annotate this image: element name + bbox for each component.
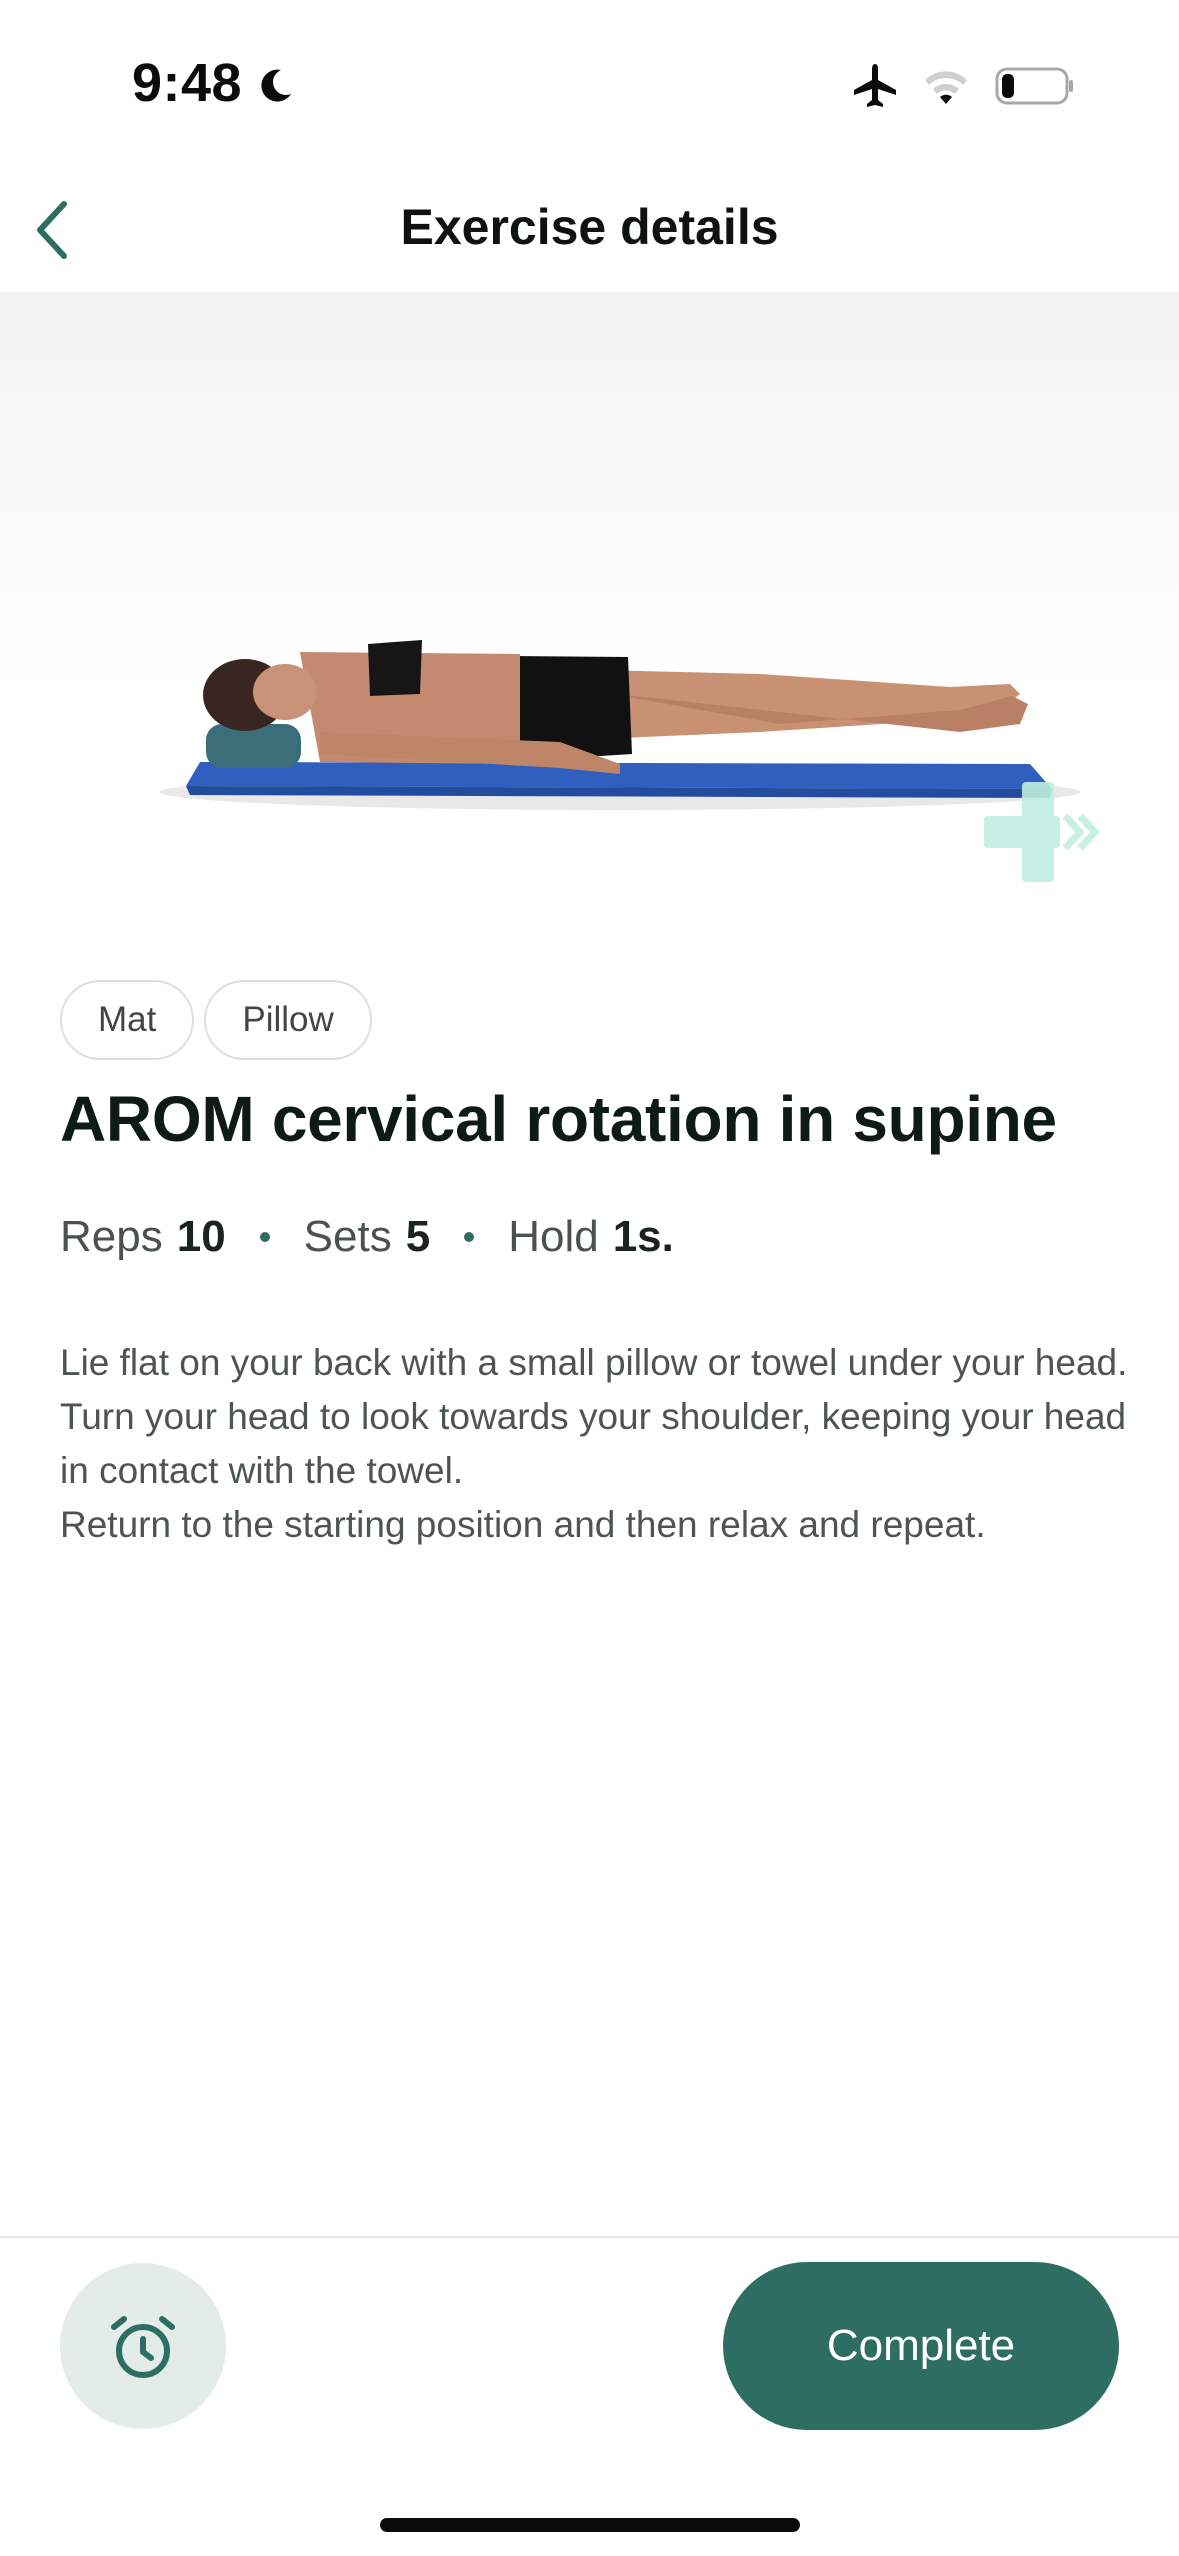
description-line: Return to the starting position and then… — [60, 1504, 986, 1545]
nav-header: Exercise details — [0, 170, 1179, 290]
description-line: Turn your head to look towards your shou… — [60, 1396, 1127, 1491]
exercise-title: AROM cervical rotation in supine — [60, 1083, 1057, 1155]
separator-dot — [464, 1232, 475, 1242]
hold-value: 1s. — [612, 1212, 674, 1261]
battery-icon — [995, 67, 1073, 105]
bottom-divider — [0, 2236, 1179, 2238]
description-line: Lie flat on your back with a small pillo… — [60, 1342, 1128, 1383]
status-bar: 9:48 — [0, 0, 1179, 170]
sets-value: 5 — [405, 1212, 431, 1261]
page-title: Exercise details — [400, 199, 779, 255]
tag-mat: Mat — [60, 980, 195, 1060]
exercise-image — [0, 292, 1179, 957]
separator-dot — [259, 1232, 270, 1242]
exercise-description: Lie flat on your back with a small pillo… — [60, 1336, 1140, 1552]
complete-button[interactable]: Complete — [723, 2262, 1119, 2430]
home-indicator — [380, 2518, 800, 2532]
wifi-icon — [925, 71, 967, 104]
sets-label: Sets — [303, 1212, 392, 1261]
reps-value: 10 — [176, 1212, 226, 1261]
moon-icon — [261, 69, 291, 102]
tag-pillow: Pillow — [204, 980, 372, 1060]
reps-label: Reps — [60, 1212, 163, 1261]
status-time: 9:48 — [132, 53, 243, 113]
stopwatch-icon — [111, 2316, 175, 2378]
timer-button[interactable] — [60, 2263, 226, 2429]
exercise-illustration — [160, 640, 1100, 882]
exercise-params: Reps 10 Sets 5 Hold 1s. — [60, 1212, 674, 1262]
hold-label: Hold — [508, 1212, 599, 1261]
airplane-icon — [854, 64, 896, 107]
equipment-tags: Mat Pillow — [60, 980, 372, 1060]
